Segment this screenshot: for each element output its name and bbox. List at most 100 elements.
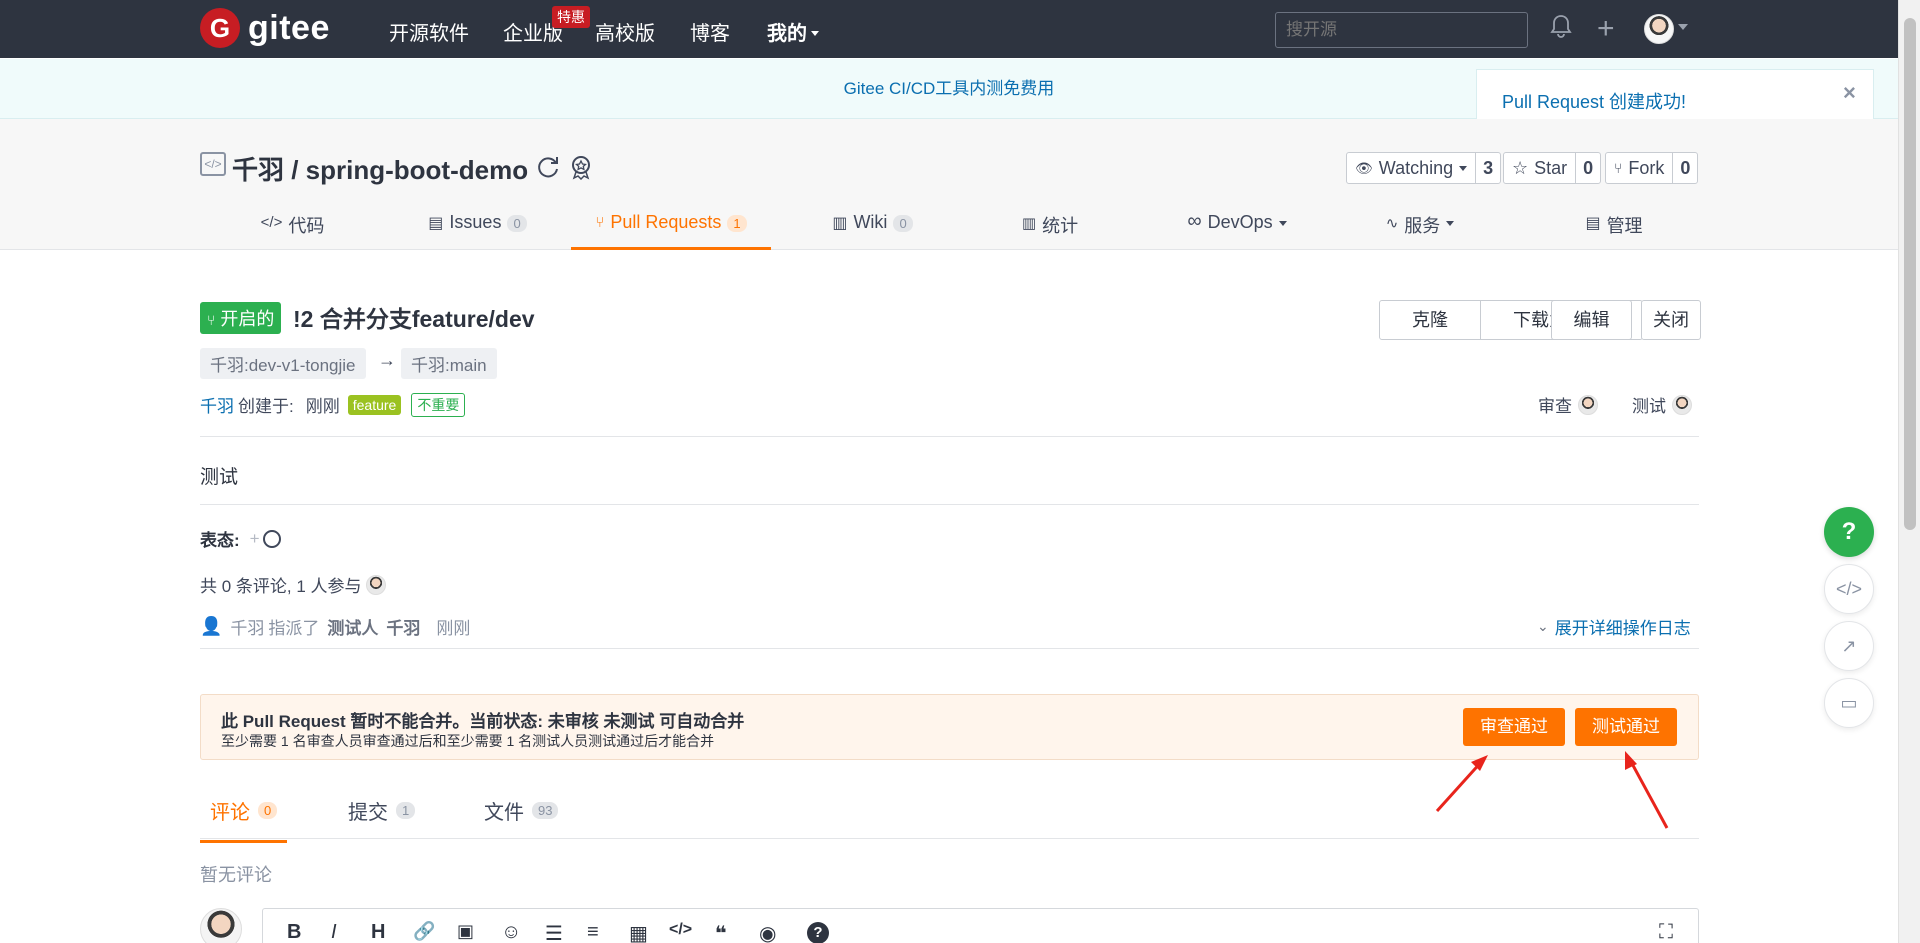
expand-log-link[interactable]: ⌄ 展开详细操作日志 [1537,614,1691,639]
participant-avatar[interactable] [365,574,386,595]
heading-icon[interactable]: H [371,921,385,943]
code-snippet-icon[interactable]: </> [1824,564,1874,614]
reviewer-avatar[interactable] [1578,394,1598,415]
toast-message: Pull Request 创建成功! [1502,92,1687,112]
divider [200,436,1699,437]
comment-summary: 共 0 条评论, 1 人参与 [200,572,386,597]
close-pr-button[interactable]: 关闭 [1641,300,1701,340]
fork-label: Fork [1628,157,1665,178]
sync-icon[interactable] [535,154,561,186]
quote-icon[interactable]: ❝ [715,921,727,943]
emoji-icon[interactable]: ☺ [501,921,521,943]
close-icon[interactable]: × [1843,80,1856,106]
bullet-list-icon[interactable]: ☰ [545,921,563,943]
ordered-list-icon[interactable]: ≡ [587,921,599,943]
promo-banner-text[interactable]: Gitee CI/CD工具内测免费用 [844,79,1055,98]
scrollbar-thumb[interactable] [1904,18,1916,530]
search-input[interactable] [1275,12,1528,48]
top-navbar: G gitee 开源软件 企业版 特惠 高校版 博客 我的 + [0,0,1898,58]
code-repo-icon: </> [200,152,226,176]
star-count[interactable]: 0 [1575,153,1600,183]
fork-button[interactable]: ⑂ Fork 0 [1605,152,1699,184]
divider [200,648,1699,649]
settings-doc-icon: ▤ [1585,215,1601,232]
user-avatar[interactable] [1644,14,1674,44]
tab-issues[interactable]: ▤ Issues 0 [420,205,535,250]
bold-icon[interactable]: B [287,921,301,943]
link-icon[interactable]: 🔗 [413,921,435,942]
merge-status-subtitle: 至少需要 1 名审查人员审查通过后和至少需要 1 名测试人员测试通过后才能合并 [221,733,715,749]
badge-icon[interactable] [568,154,594,186]
comment-editor[interactable]: B I H 🔗 ▣ ☺ ☰ ≡ ▦ </> ❝ ◉ ? ⛶ [262,908,1699,943]
tab-stats-label: 统计 [1042,216,1079,236]
target-branch[interactable]: 千羽:main [401,348,497,379]
add-reaction-button[interactable]: + [250,529,281,549]
add-user-icon: 👤 [200,616,223,636]
table-icon[interactable]: ▦ [629,921,648,943]
code-icon[interactable]: </> [669,921,692,939]
fullscreen-icon[interactable]: ⛶ [1659,921,1673,943]
tab-commits-label: 提交 [348,802,388,824]
tab-code[interactable]: </> 代码 [240,205,345,250]
bell-icon[interactable] [1550,14,1572,45]
divider [200,504,1699,505]
tab-comments[interactable]: 评论 0 [200,796,288,843]
current-user-avatar[interactable] [200,908,242,943]
tester-avatar[interactable] [1672,394,1692,415]
image-icon[interactable]: ▣ [457,921,474,942]
tab-commits[interactable]: 提交 1 [338,796,425,843]
pr-author[interactable]: 千羽 [200,392,234,417]
reaction-bar: 表态: + [200,526,281,551]
chevron-down-icon [811,30,819,36]
preview-icon[interactable]: ◉ [759,921,776,943]
tab-pull-requests-label: Pull Requests [610,212,722,232]
repo-title[interactable]: 千羽 / spring-boot-demo [232,150,528,187]
italic-icon[interactable]: I [331,921,337,943]
help-float-button[interactable]: ? [1824,507,1874,557]
watching-button[interactable]: 👁 Watching 3 [1346,152,1502,184]
edit-button[interactable]: 编辑 [1551,300,1632,340]
label-minor[interactable]: 不重要 [411,392,466,417]
help-icon[interactable]: ? [807,922,829,943]
nav-item-open-source[interactable]: 开源软件 [389,17,469,46]
tab-comments-label: 评论 [210,802,250,824]
tab-devops[interactable]: ∞ DevOps [1178,205,1296,250]
nav-item-mine[interactable]: 我的 [767,17,819,46]
assign-target[interactable]: 千羽 [386,614,420,639]
tester[interactable]: 测试 [1632,392,1692,417]
test-approve-button[interactable]: 测试通过 [1575,708,1677,746]
tab-manage[interactable]: ▤ 管理 [1574,205,1654,250]
star-button[interactable]: ☆ Star 0 [1503,152,1602,184]
nav-item-blog[interactable]: 博客 [690,17,730,46]
plus-icon[interactable]: + [1597,12,1615,46]
chevron-down-icon[interactable] [1678,24,1688,30]
book-icon: ▥ [832,215,848,232]
chat-icon[interactable]: ▭ [1824,678,1874,728]
tab-wiki[interactable]: ▥ Wiki 0 [815,205,930,250]
divider [200,838,1699,839]
tab-issues-label: Issues [449,212,502,232]
vertical-scrollbar[interactable] [1898,0,1920,943]
tab-pull-requests[interactable]: ⑂ Pull Requests 1 [571,205,771,250]
tab-files-label: 文件 [484,802,524,824]
tab-files[interactable]: 文件 93 [474,796,568,843]
assign-actor[interactable]: 千羽 [230,614,264,639]
chevron-down-icon [1446,221,1455,226]
gitee-logo-text: gitee [248,8,330,47]
eye-icon: 👁 [1355,159,1373,176]
tab-stats[interactable]: ▥ 统计 [1010,205,1090,250]
tab-services[interactable]: ∿ 服务 [1380,205,1460,250]
fork-count[interactable]: 0 [1672,153,1697,183]
created-time: 刚刚 [305,397,340,416]
reviewer[interactable]: 审查 [1538,392,1598,417]
gitee-logo[interactable]: G gitee [200,8,330,48]
review-approve-button[interactable]: 审查通过 [1463,708,1565,746]
clone-button[interactable]: 克隆 [1380,301,1480,339]
label-feature[interactable]: feature [347,394,402,415]
source-branch[interactable]: 千羽:dev-v1-tongjie [200,348,366,379]
assign-time: 刚刚 [436,619,471,638]
watching-count[interactable]: 3 [1475,153,1500,183]
nav-item-university[interactable]: 高校版 [595,17,655,46]
share-icon[interactable]: ↗ [1824,621,1874,671]
assign-verb: 指派了 [268,619,320,638]
